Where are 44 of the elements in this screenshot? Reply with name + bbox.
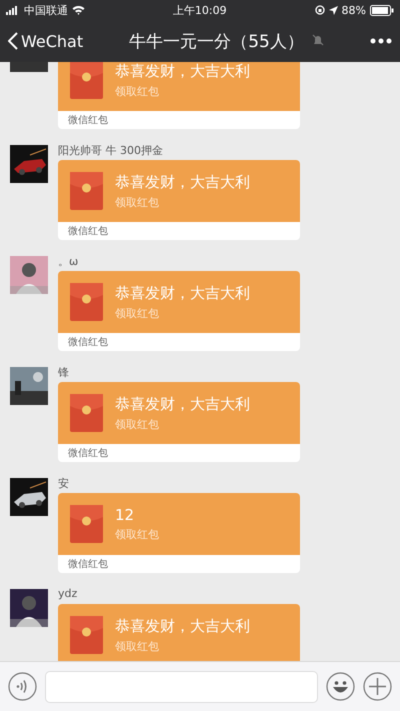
packet-greeting: 恭喜发财，大吉大利	[115, 394, 250, 414]
packet-action: 领取红包	[115, 638, 160, 654]
packet-label: 微信红包	[68, 558, 108, 571]
packet-greeting: 恭喜发财，大吉大利	[115, 62, 250, 80]
packet-action: 领取红包	[115, 416, 160, 432]
packet-action: 领取红包	[115, 527, 159, 542]
voice-icon[interactable]	[8, 672, 37, 701]
packet-label: 微信红包	[68, 225, 108, 238]
packet-action: 领取红包	[115, 194, 160, 210]
emoji-icon[interactable]	[326, 672, 355, 701]
sender-name: ydz	[58, 587, 78, 600]
envelope-icon	[70, 283, 103, 321]
location-icon	[328, 6, 338, 14]
sender-name: 锋	[58, 366, 69, 379]
sender-name: 安	[58, 477, 69, 490]
back-chevron-icon	[8, 32, 18, 50]
signal-icon	[6, 6, 20, 14]
envelope-icon	[70, 616, 103, 654]
sender-name: 阳光帅哥 牛 300押金	[58, 144, 163, 157]
packet-label: 微信红包	[68, 447, 108, 460]
carrier: 中国联通	[24, 2, 68, 18]
clock: 上午10:09	[172, 2, 228, 18]
envelope-icon	[70, 172, 103, 210]
packet-label: 微信红包	[68, 114, 108, 127]
message-input[interactable]	[45, 670, 318, 702]
envelope-icon	[70, 62, 103, 99]
more-icon[interactable]	[370, 38, 392, 44]
back-button[interactable]: WeChat	[8, 32, 84, 50]
packet-action: 领取红包	[115, 84, 160, 98]
sender-name: 。ω	[58, 255, 78, 268]
packet-label: 微信红包	[68, 336, 108, 349]
packet-greeting: 恭喜发财，大吉大利	[115, 616, 250, 636]
packet-greeting: 恭喜发财，大吉大利	[115, 284, 250, 302]
packet-greeting: 恭喜发财，大吉大利	[115, 172, 250, 192]
packet-action: 领取红包	[115, 306, 160, 320]
chat-title: 牛牛一元一分（55人）	[129, 30, 304, 52]
envelope-icon	[70, 394, 103, 432]
packet-greeting: 12	[115, 506, 136, 524]
wifi-icon	[72, 5, 85, 15]
add-icon[interactable]	[363, 672, 392, 701]
envelope-icon	[70, 505, 103, 543]
battery-percent: 88%	[342, 4, 366, 16]
battery-icon	[370, 4, 394, 16]
lock-rotation-icon	[314, 5, 325, 15]
